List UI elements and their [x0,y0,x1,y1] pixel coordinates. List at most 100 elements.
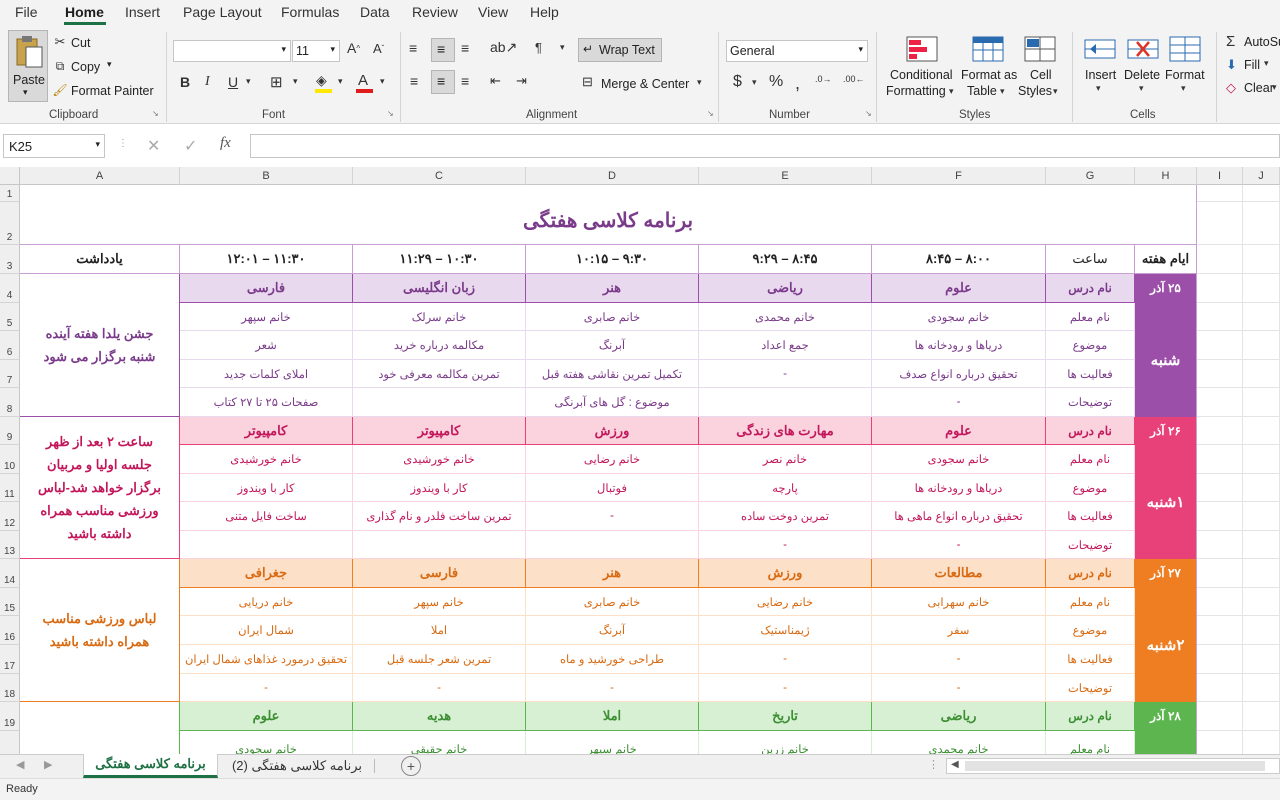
scroll-left-icon[interactable]: ◀ [951,759,959,770]
row-header[interactable]: 18 [0,674,20,702]
clear-dropdown-icon[interactable]: ▾ [1272,82,1277,93]
schedule-cell[interactable]: ژیمناستیک [699,616,872,645]
schedule-cell[interactable]: دریاها و رودخانه ها [872,474,1046,502]
schedule-cell[interactable]: فوتبال [526,474,699,502]
lesson-cell[interactable]: علوم [872,274,1046,303]
header-time[interactable]: ۱۰:۳۰ – ۱۱:۲۹ [353,245,526,274]
number-format-select[interactable]: General ▾ [726,40,868,62]
tab-file[interactable]: File [15,4,38,20]
decrease-decimal-icon[interactable]: .00← [843,74,865,84]
schedule-cell[interactable]: خانم سپهر [526,731,699,754]
merge-icon[interactable]: ⊟ [582,74,593,90]
header-time[interactable]: ۸:۰۰ – ۸:۴۵ [872,245,1046,274]
row-header[interactable]: 5 [0,303,20,331]
empty-cell[interactable] [1197,388,1243,417]
schedule-cell[interactable]: خانم سجودی [872,445,1046,474]
empty-cell[interactable] [1197,245,1243,274]
empty-cell[interactable] [1243,731,1280,754]
delete-cells-button[interactable]: Delete [1124,68,1160,82]
empty-cell[interactable] [1243,502,1280,531]
schedule-cell[interactable]: کار با ویندوز [180,474,353,502]
horizontal-scrollbar[interactable]: ◀ [946,758,1280,774]
format-cells-button[interactable]: Format [1165,68,1205,82]
orientation-icon[interactable]: ab↗ [490,39,517,56]
empty-cell[interactable] [1197,502,1243,531]
schedule-cell[interactable]: دریاها و رودخانه ها [872,331,1046,360]
row-header[interactable]: 14 [0,559,20,588]
row-header[interactable]: 12 [0,502,20,531]
text-direction-icon[interactable]: ¶ [535,40,542,55]
column-header[interactable]: G [1046,167,1135,185]
empty-cell[interactable] [1243,616,1280,645]
scroll-left-icon[interactable]: ◀ [16,758,24,771]
schedule-cell[interactable]: تمرین شعر جلسه قبل [353,645,526,674]
empty-cell[interactable] [1197,360,1243,388]
schedule-cell[interactable]: خانم صابری [526,303,699,331]
day-date[interactable]: ۲۸ آذر [1135,702,1197,731]
dialog-launcher-icon[interactable]: ↘ [865,109,872,118]
schedule-cell[interactable]: املای کلمات جدید [180,360,353,388]
row-header[interactable]: 19 [0,702,20,731]
lesson-cell[interactable]: فارسی [180,274,353,303]
grow-font-icon[interactable]: A ^ [347,40,360,56]
conditional-formatting-button[interactable]: Conditional [890,68,953,82]
empty-cell[interactable] [1197,303,1243,331]
row-label-topic[interactable]: موضوع [1046,474,1135,502]
schedule-cell[interactable] [353,388,526,417]
lesson-cell[interactable]: هدیه [353,702,526,731]
empty-cell[interactable] [1243,588,1280,616]
empty-cell[interactable] [1197,674,1243,702]
select-all-corner[interactable] [0,167,20,185]
column-header[interactable]: D [526,167,699,185]
lesson-cell[interactable]: تاریخ [699,702,872,731]
empty-cell[interactable] [1243,417,1280,445]
column-header[interactable]: F [872,167,1046,185]
align-right-icon[interactable]: ≡ [461,73,469,89]
shrink-font-icon[interactable]: Aˇ [373,41,384,56]
lesson-cell[interactable]: ریاضی [872,702,1046,731]
schedule-cell[interactable] [526,531,699,559]
row-header[interactable]: 11 [0,474,20,502]
italic-icon[interactable]: I [205,74,210,90]
schedule-cell[interactable]: خانم نصر [699,445,872,474]
scrollbar-thumb[interactable] [965,761,1265,771]
schedule-cell[interactable]: تمرین دوخت ساده [699,502,872,531]
schedule-cell[interactable]: تمرین مکالمه معرفی خود [353,360,526,388]
empty-cell[interactable] [1243,445,1280,474]
merge-center-button[interactable]: Merge & Center [601,77,689,91]
dialog-launcher-icon[interactable]: ↘ [152,109,159,118]
copy-dropdown-icon[interactable]: ▾ [107,59,112,70]
day-date[interactable]: ۲۶ آذر [1135,417,1197,445]
column-header[interactable]: C [353,167,526,185]
row-label-activities[interactable]: فعالیت ها [1046,502,1135,531]
format-painter-button[interactable]: Format Painter [71,84,154,98]
schedule-cell[interactable]: طراحی خورشید و ماه [526,645,699,674]
font-size-select[interactable]: 11 ▾ [292,40,340,62]
header-time[interactable]: ۱۱:۳۰ – ۱۲:۰۱ [180,245,353,274]
schedule-cell[interactable]: خانم سرلک [353,303,526,331]
schedule-cell[interactable]: - [699,360,872,388]
row-label-lesson[interactable]: نام درس [1046,702,1135,731]
empty-cell[interactable] [1197,185,1243,202]
schedule-cell[interactable]: شمال ایران [180,616,353,645]
cut-button[interactable]: Cut [71,36,90,50]
empty-cell[interactable] [1243,360,1280,388]
schedule-cell[interactable]: خانم زرین [699,731,872,754]
underline-dropdown-icon[interactable]: ▾ [246,76,251,87]
dialog-launcher-icon[interactable]: ↘ [707,109,714,118]
row-header[interactable]: 10 [0,445,20,474]
name-box[interactable]: K25 ▾ [3,134,105,158]
insert-cells-button[interactable]: Insert [1085,68,1116,82]
empty-cell[interactable] [1197,474,1243,502]
lesson-cell[interactable]: کامپیوتر [180,417,353,445]
row-label-activities[interactable]: فعالیت ها [1046,360,1135,388]
schedule-cell[interactable]: تمرین ساخت فلدر و نام گذاری [353,502,526,531]
fill-dropdown-icon[interactable]: ▾ [1264,58,1269,69]
empty-cell[interactable] [1197,559,1243,588]
insert-function-icon[interactable]: fx [220,135,231,152]
lesson-cell[interactable]: فارسی [353,559,526,588]
column-header[interactable]: J [1243,167,1280,185]
align-bottom-icon[interactable]: ≡ [461,40,469,56]
empty-cell[interactable] [1243,202,1280,245]
schedule-cell[interactable]: خانم دریایی [180,588,353,616]
